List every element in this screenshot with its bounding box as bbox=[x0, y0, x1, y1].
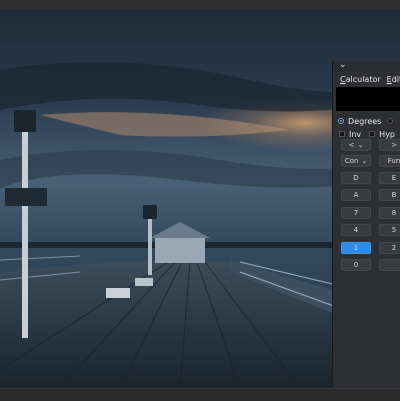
nav-right-button[interactable]: > bbox=[379, 139, 400, 151]
key-4[interactable]: 4 bbox=[341, 224, 371, 236]
chevron-down-icon: ⌄ bbox=[361, 157, 368, 165]
functions-label: Fun bbox=[387, 157, 400, 165]
functions-combo[interactable]: Fun bbox=[379, 155, 400, 167]
key-d[interactable]: D bbox=[341, 172, 371, 184]
hyp-checkbox[interactable] bbox=[369, 131, 376, 137]
degrees-radio[interactable] bbox=[338, 118, 344, 124]
key-decimal[interactable] bbox=[379, 259, 400, 271]
radians-radio[interactable] bbox=[387, 118, 394, 124]
top-panel bbox=[0, 0, 400, 10]
key-e[interactable]: E bbox=[379, 172, 400, 184]
menu-edit[interactable]: Edit bbox=[387, 75, 400, 84]
nav-left-button[interactable]: < ⌄ bbox=[341, 139, 371, 151]
chevron-down-icon: ⌄ bbox=[357, 141, 364, 149]
nav-right-label: > bbox=[391, 141, 397, 149]
menu-bar: Calculator Edit bbox=[333, 72, 400, 86]
inv-checkbox[interactable] bbox=[339, 131, 345, 137]
menu-calculator[interactable]: Calculator bbox=[340, 75, 381, 84]
angle-mode-row: Degrees bbox=[333, 116, 400, 126]
modifier-row: Inv Hyp bbox=[333, 129, 400, 139]
degrees-label: Degrees bbox=[348, 116, 382, 126]
constants-label: Con bbox=[344, 157, 359, 165]
taskbar bbox=[0, 388, 400, 401]
nav-left-label: < bbox=[348, 141, 355, 149]
calculator-window: ⌄ Calculator Edit Degrees Inv Hyp < ⌄ > … bbox=[332, 61, 400, 388]
key-1[interactable]: 1 bbox=[341, 242, 371, 254]
key-5[interactable]: 5 bbox=[379, 224, 400, 236]
key-8[interactable]: 8 bbox=[379, 207, 400, 219]
constants-combo[interactable]: Con ⌄ bbox=[341, 155, 371, 167]
key-0[interactable]: 0 bbox=[341, 259, 371, 271]
key-a[interactable]: A bbox=[341, 189, 371, 201]
key-b[interactable]: B bbox=[379, 189, 400, 201]
inv-label: Inv bbox=[349, 129, 362, 139]
window-titlebar[interactable]: ⌄ bbox=[333, 61, 400, 72]
hyp-label: Hyp bbox=[379, 129, 395, 139]
window-menu-chevron-icon[interactable]: ⌄ bbox=[339, 61, 347, 70]
key-7[interactable]: 7 bbox=[341, 207, 371, 219]
key-2[interactable]: 2 bbox=[379, 242, 400, 254]
calculator-display bbox=[336, 87, 400, 111]
